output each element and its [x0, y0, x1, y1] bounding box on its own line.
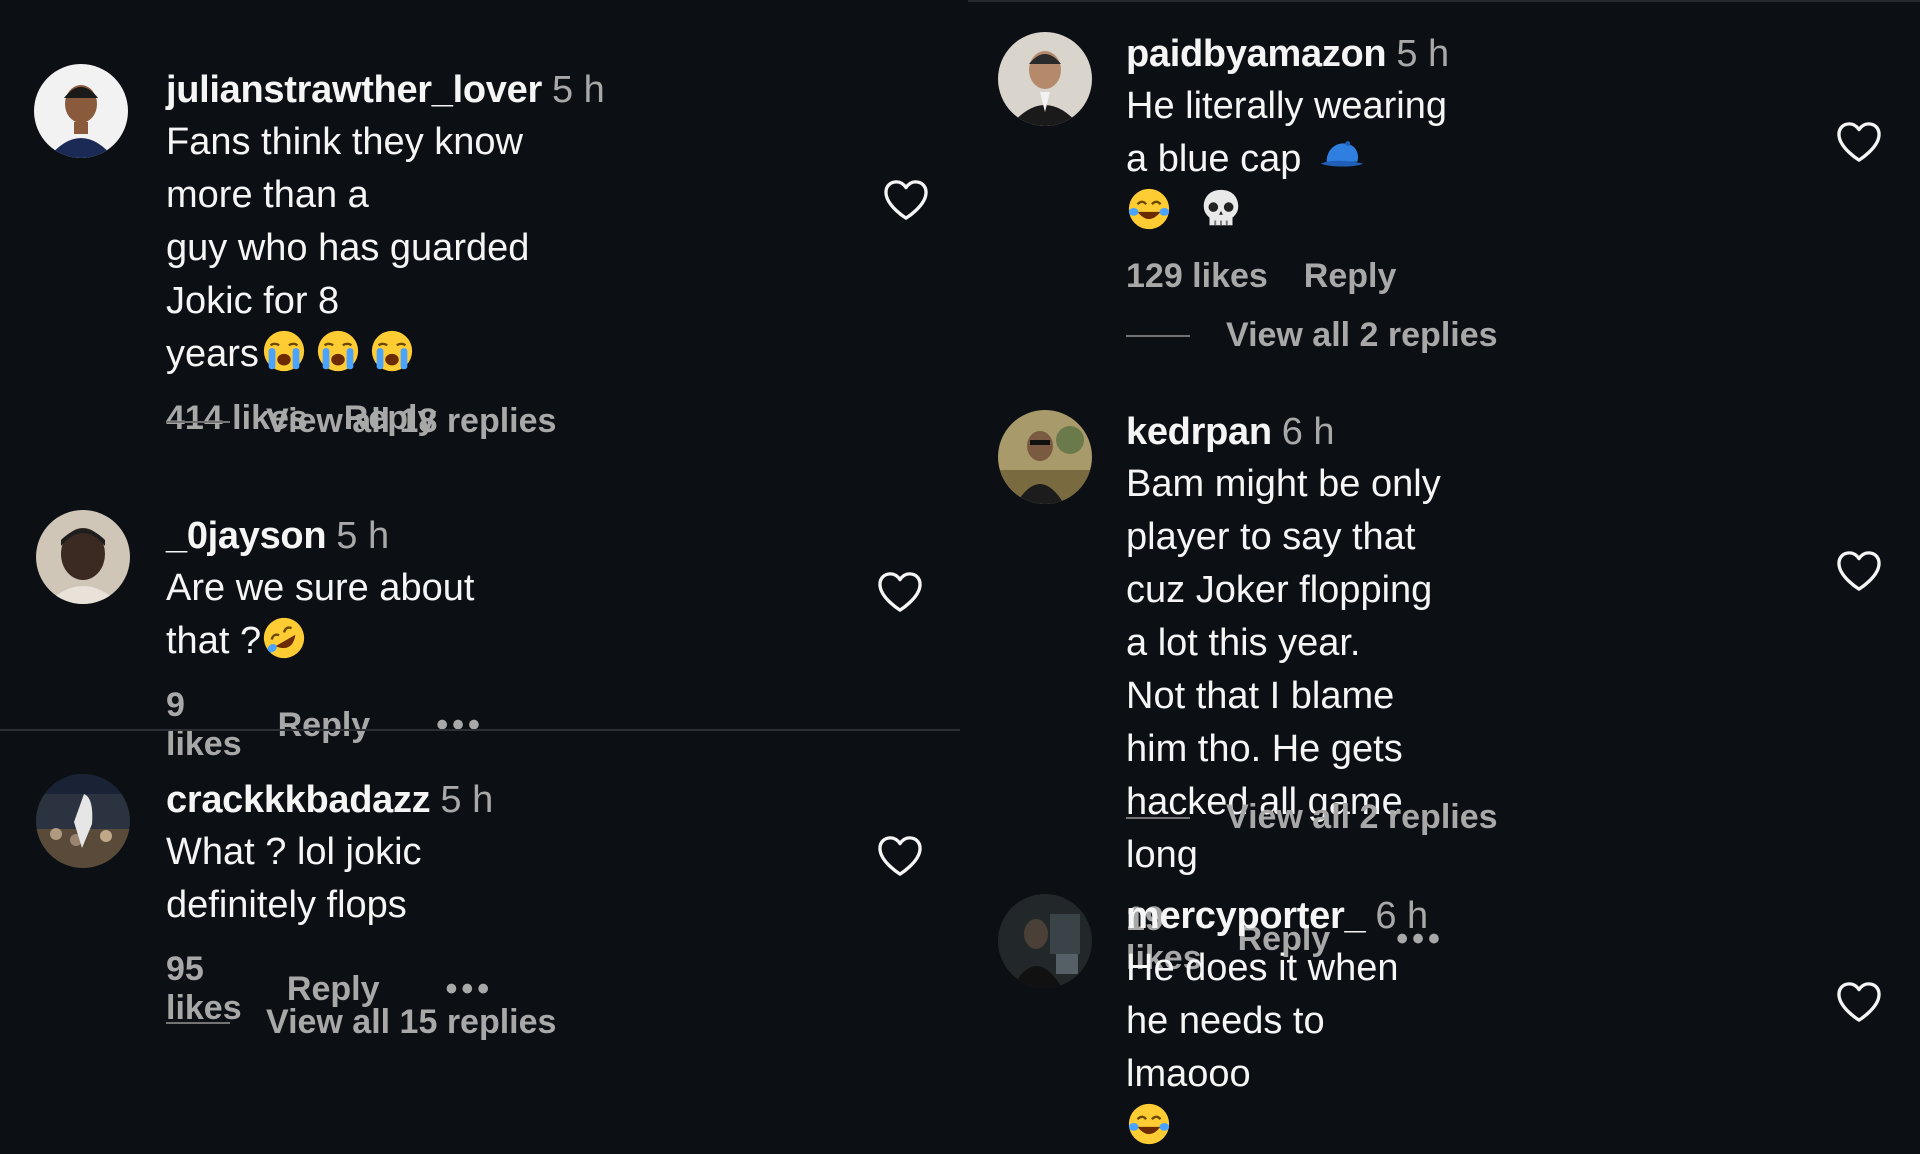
timestamp: 5 h: [551, 69, 605, 111]
comment-body: mercyporter_ 6 h He does it when he needs…: [1126, 890, 1428, 1154]
heart-outline-icon[interactable]: [1836, 121, 1882, 163]
heart-outline-icon[interactable]: [877, 571, 923, 613]
reply-button[interactable]: Reply: [1304, 257, 1397, 296]
comment-header: _0jayson 5 h: [166, 510, 484, 562]
comment-header: julianstrawther_lover 5 h: [166, 64, 605, 116]
heart-outline-icon[interactable]: [1836, 550, 1882, 592]
view-replies-label: View all 2 replies: [1226, 798, 1498, 836]
crying-emoji-icon: [315, 328, 361, 374]
comment-body: crackkkbadazz 5 h What ? lol jokic defini…: [166, 774, 493, 1028]
timestamp: 5 h: [440, 779, 494, 821]
timestamp: 5 h: [336, 515, 390, 557]
username[interactable]: crackkkbadazz: [166, 779, 431, 821]
blue-cap-emoji-icon: [1319, 133, 1365, 179]
avatar[interactable]: [998, 410, 1092, 504]
username[interactable]: paidbyamazon: [1126, 33, 1387, 75]
timestamp: 6 h: [1375, 895, 1429, 937]
username[interactable]: mercyporter_: [1126, 895, 1366, 937]
heart-outline-icon[interactable]: [1836, 981, 1882, 1023]
view-replies-button[interactable]: View all 15 replies: [166, 1003, 556, 1042]
section-divider: [0, 729, 960, 731]
timestamp: 6 h: [1281, 411, 1335, 453]
comment-text-content: He does it when he needs to lmaooo: [1126, 947, 1399, 1095]
username[interactable]: julianstrawther_lover: [166, 69, 542, 111]
avatar[interactable]: [998, 894, 1092, 988]
avatar[interactable]: [36, 774, 130, 868]
heart-outline-icon[interactable]: [877, 835, 923, 877]
view-replies-button[interactable]: View all 2 replies: [1126, 798, 1498, 837]
comment-body: julianstrawther_lover 5 h Fans think they…: [166, 64, 605, 438]
view-replies-label: View all 2 replies: [1226, 316, 1498, 354]
comment-text-content: What ? lol jokic definitely flops: [166, 831, 422, 926]
skull-emoji-icon: [1198, 186, 1244, 232]
avatar[interactable]: [36, 510, 130, 604]
heart-outline-icon[interactable]: [883, 179, 929, 221]
comment-meta: 9 likes Reply •••: [166, 686, 484, 764]
username[interactable]: _0jayson: [166, 515, 327, 557]
username[interactable]: kedrpan: [1126, 411, 1272, 453]
panel-separator: [960, 0, 968, 1080]
comment-header: paidbyamazon 5 h: [1126, 28, 1449, 80]
avatar[interactable]: [34, 64, 128, 158]
comment-meta: 129 likes Reply: [1126, 257, 1449, 296]
avatar[interactable]: [998, 32, 1092, 126]
likes-count[interactable]: 9 likes: [166, 686, 242, 764]
view-replies-button[interactable]: View all 2 replies: [1126, 316, 1498, 355]
likes-count[interactable]: 129 likes: [1126, 257, 1268, 296]
crying-emoji-icon: [369, 328, 415, 374]
crying-emoji-icon: [261, 328, 307, 374]
replies-divider-line: [1126, 334, 1190, 337]
comment-body: _0jayson 5 h Are we sure about that ? 9 l…: [166, 510, 484, 764]
comment-header: kedrpan 6 h: [1126, 406, 1444, 458]
comment-text-content: Are we sure about that ?: [166, 567, 475, 662]
replies-divider-line: [1126, 816, 1190, 819]
joy-emoji-icon: [1126, 1101, 1172, 1147]
comment-text-content: He literally wearing a blue cap: [1126, 85, 1448, 180]
right-comments-panel: paidbyamazon 5 h He literally wearing a b…: [968, 0, 1920, 1080]
view-replies-label: View all 15 replies: [266, 1003, 557, 1041]
comment-text: Are we sure about that ?: [166, 562, 484, 668]
view-replies-label: View all 18 replies: [266, 402, 557, 440]
comment-header: crackkkbadazz 5 h: [166, 774, 493, 826]
view-replies-button[interactable]: View all 18 replies: [166, 402, 556, 441]
reply-button[interactable]: Reply: [278, 706, 371, 745]
timestamp: 5 h: [1396, 33, 1450, 75]
comment-body: paidbyamazon 5 h He literally wearing a b…: [1126, 28, 1449, 296]
replies-divider-line: [166, 1021, 230, 1024]
comment-text: He does it when he needs to lmaooo: [1126, 942, 1428, 1154]
comment-text: He literally wearing a blue cap: [1126, 80, 1449, 239]
more-options-icon[interactable]: •••: [436, 706, 484, 745]
rofl-emoji-icon: [261, 615, 307, 661]
replies-divider-line: [166, 420, 230, 423]
left-comments-panel: julianstrawther_lover 5 h Fans think they…: [0, 0, 960, 1080]
comment-text: What ? lol jokic definitely flops: [166, 826, 493, 932]
comment-text: Fans think they know more than a guy who…: [166, 116, 605, 381]
joy-emoji-icon: [1126, 186, 1172, 232]
comment-header: mercyporter_ 6 h: [1126, 890, 1428, 942]
